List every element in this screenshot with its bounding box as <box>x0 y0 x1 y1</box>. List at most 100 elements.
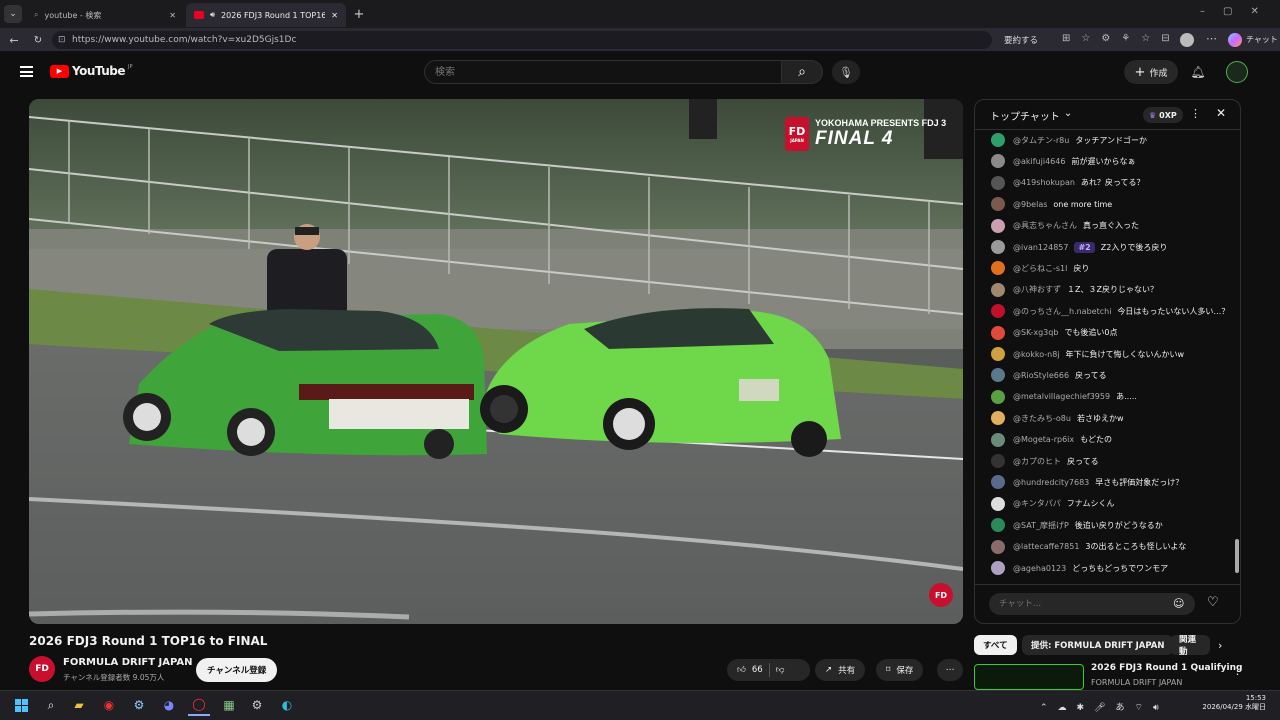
chat-message[interactable]: @ageha0123 どっちもどっちでワンモア <box>991 559 1168 577</box>
chat-author[interactable]: @metalvillagechief3959 <box>1013 392 1110 401</box>
thumbs-down-icon[interactable]: 👎︎ <box>776 665 785 675</box>
more-actions-button[interactable]: ⋯ <box>937 659 963 681</box>
back-button[interactable]: ← <box>6 32 22 48</box>
avatar[interactable] <box>991 454 1005 468</box>
chat-author[interactable]: @キンタパパ <box>1013 498 1061 509</box>
toolbar-icons[interactable]: ⊞☆⚙⚘☆⊟ <box>1062 33 1181 44</box>
chat-author[interactable]: @RioStyle666 <box>1013 371 1069 380</box>
window-controls[interactable]: –▢✕ <box>1200 6 1277 17</box>
save-button[interactable]: ⌑ 保存 <box>876 659 924 681</box>
chat-author[interactable]: @のっちさん__h.nabetchi <box>1013 306 1111 317</box>
chat-author[interactable]: @Mogeta-rp6ix <box>1013 435 1074 444</box>
avatar[interactable] <box>991 261 1005 276</box>
avatar[interactable] <box>991 518 1005 533</box>
chat-message[interactable]: @のっちさん__h.nabetchi 今日はもったいない人多い…？ <box>991 302 1229 320</box>
tab-video[interactable]: 🔊︎ 2026 FDJ3 Round 1 TOP16 to FINAL ✕ <box>186 3 346 27</box>
create-button[interactable]: + 作成 <box>1124 60 1178 84</box>
chat-message[interactable]: @きたみち-o8u 若さゆえかw <box>991 409 1124 427</box>
chat-message[interactable]: @Mogeta-rp6ix もどたの <box>991 431 1112 449</box>
chat-message[interactable]: @タムチン-r8u タッチアンドゴーか <box>991 131 1147 149</box>
related-menu-icon[interactable]: ⋮ <box>1232 664 1243 677</box>
avatar[interactable] <box>991 282 1005 297</box>
avatar[interactable] <box>991 218 1005 233</box>
avatar[interactable] <box>991 432 1005 447</box>
chat-message[interactable]: @akifuji4646 前が遅いからなぁ <box>991 152 1135 170</box>
chat-author[interactable]: @具志ちゃんさん <box>1013 220 1077 231</box>
copilot-icon[interactable] <box>1228 33 1242 47</box>
chat-button[interactable]: チャット <box>1246 34 1278 45</box>
avatar[interactable] <box>991 411 1005 426</box>
search-input[interactable] <box>424 60 782 84</box>
chat-author[interactable]: @SAT_摩揺げP <box>1013 520 1069 531</box>
chat-message[interactable]: @419shokupan あれ？戻ってる？ <box>991 174 1145 192</box>
chat-message[interactable]: @9belas one more time <box>991 195 1112 213</box>
heart-icon[interactable]: ♡ <box>1207 595 1219 610</box>
chat-message[interactable]: @RioStyle666 戻ってる <box>991 366 1107 384</box>
chat-message[interactable]: @hundredcity7683 早さも評価対象だっけ？ <box>991 473 1183 491</box>
video-player[interactable]: FD JAPAN YOKOHAMA PRESENTS FDJ 3 FINAL 4 … <box>29 99 963 624</box>
chat-message[interactable]: @具志ちゃんさん 真っ直ぐ入った <box>991 217 1139 235</box>
hamburger-menu-icon[interactable] <box>20 66 33 77</box>
url-field[interactable]: ⊡ https://www.youtube.com/watch?v=xu2D5G… <box>52 31 992 49</box>
channel-name[interactable]: FORMULA DRIFT JAPAN <box>63 657 193 668</box>
file-explorer-icon[interactable]: ▰ <box>68 694 90 716</box>
avatar[interactable] <box>991 197 1005 212</box>
points-badge[interactable]: ♛ 0XP <box>1143 107 1183 123</box>
speaker-icon[interactable]: 🔊︎ <box>210 10 215 20</box>
chip-all[interactable]: すべて <box>974 635 1017 655</box>
chat-message[interactable]: @lattecaffe7851 3の出るところも怪しいよな <box>991 538 1186 556</box>
close-chat-icon[interactable]: ✕ <box>1216 106 1226 120</box>
avatar[interactable] <box>991 475 1005 490</box>
avatar[interactable] <box>991 561 1005 575</box>
opera-icon[interactable]: ◯ <box>188 694 210 716</box>
related-title[interactable]: 2026 FDJ3 Round 1 Qualifying <box>1091 663 1242 673</box>
edge-icon[interactable]: ◐ <box>276 694 298 716</box>
vivaldi-icon[interactable]: ◉ <box>98 694 120 716</box>
tab-list-icon[interactable]: ⌄ <box>4 5 22 23</box>
system-tray-icons[interactable]: ⌃☁✱🎤︎あ⌔🔊︎ <box>1040 700 1169 713</box>
clock[interactable]: 15:53 2026/04/29 水曜日 <box>1200 694 1266 712</box>
chat-message[interactable]: @カプのヒト 戻ってる <box>991 452 1099 470</box>
discord-icon[interactable]: ◕ <box>158 694 180 716</box>
youtube-logo[interactable]: ▶ YouTube JP <box>50 64 133 78</box>
tab-search[interactable]: ⌕ youtube - 検索 ✕ <box>26 3 184 27</box>
chat-author[interactable]: @lattecaffe7851 <box>1013 542 1079 551</box>
voice-search-button[interactable]: 🎙︎ <box>832 60 860 84</box>
windows-start-icon[interactable] <box>10 694 32 716</box>
avatar[interactable] <box>991 240 1005 254</box>
chat-message[interactable]: @キンタパパ フナムシくん <box>991 495 1115 513</box>
new-tab-button[interactable]: + <box>350 5 368 23</box>
chip-channel[interactable]: 提供: FORMULA DRIFT JAPAN <box>1022 635 1174 655</box>
subscribe-button[interactable]: チャンネル登録 <box>196 658 278 682</box>
avatar[interactable] <box>991 496 1005 511</box>
chat-message[interactable]: @どらねこ-s1l 戻り <box>991 259 1089 277</box>
close-icon[interactable]: ✕ <box>331 11 338 20</box>
search-icon[interactable]: ⌕ <box>40 694 62 716</box>
chat-input[interactable] <box>989 593 1195 615</box>
chat-author[interactable]: @どらねこ-s1l <box>1013 263 1067 274</box>
chat-message[interactable]: @SK-xg3qb でも後追い0点 <box>991 324 1118 342</box>
account-avatar[interactable] <box>1226 61 1248 83</box>
chat-scrollbar[interactable] <box>1235 136 1239 576</box>
chat-author[interactable]: @hundredcity7683 <box>1013 478 1089 487</box>
avatar[interactable] <box>991 304 1005 319</box>
chat-author[interactable]: @419shokupan <box>1013 178 1075 187</box>
avatar[interactable] <box>991 325 1005 340</box>
chat-message[interactable]: @八神おすず １Z、３Z戻りじゃない？ <box>991 281 1158 299</box>
chat-author[interactable]: @ivan124857 <box>1013 243 1068 252</box>
like-button[interactable]: 👍︎ 66 <box>737 665 763 675</box>
site-info-icon[interactable]: ⊡ <box>58 35 66 45</box>
notifications-bell-icon[interactable]: 🔔︎ <box>1188 62 1208 82</box>
menu-icon[interactable]: ⋯ <box>1206 32 1217 45</box>
summarize-button[interactable]: 要約する <box>1004 34 1038 46</box>
chat-author[interactable]: @カプのヒト <box>1013 456 1061 467</box>
chat-author[interactable]: @akifuji4646 <box>1013 157 1065 166</box>
chat-message[interactable]: @metalvillagechief3959 あ..... <box>991 388 1137 406</box>
reload-button[interactable]: ↻ <box>30 32 46 48</box>
chat-author[interactable]: @タムチン-r8u <box>1013 135 1069 146</box>
chat-author[interactable]: @kokko-n8j <box>1013 350 1060 359</box>
close-icon[interactable]: ✕ <box>169 11 176 20</box>
chat-author[interactable]: @きたみち-o8u <box>1013 413 1071 424</box>
avatar[interactable] <box>991 368 1005 383</box>
steam-icon[interactable]: ⚙ <box>128 694 150 716</box>
